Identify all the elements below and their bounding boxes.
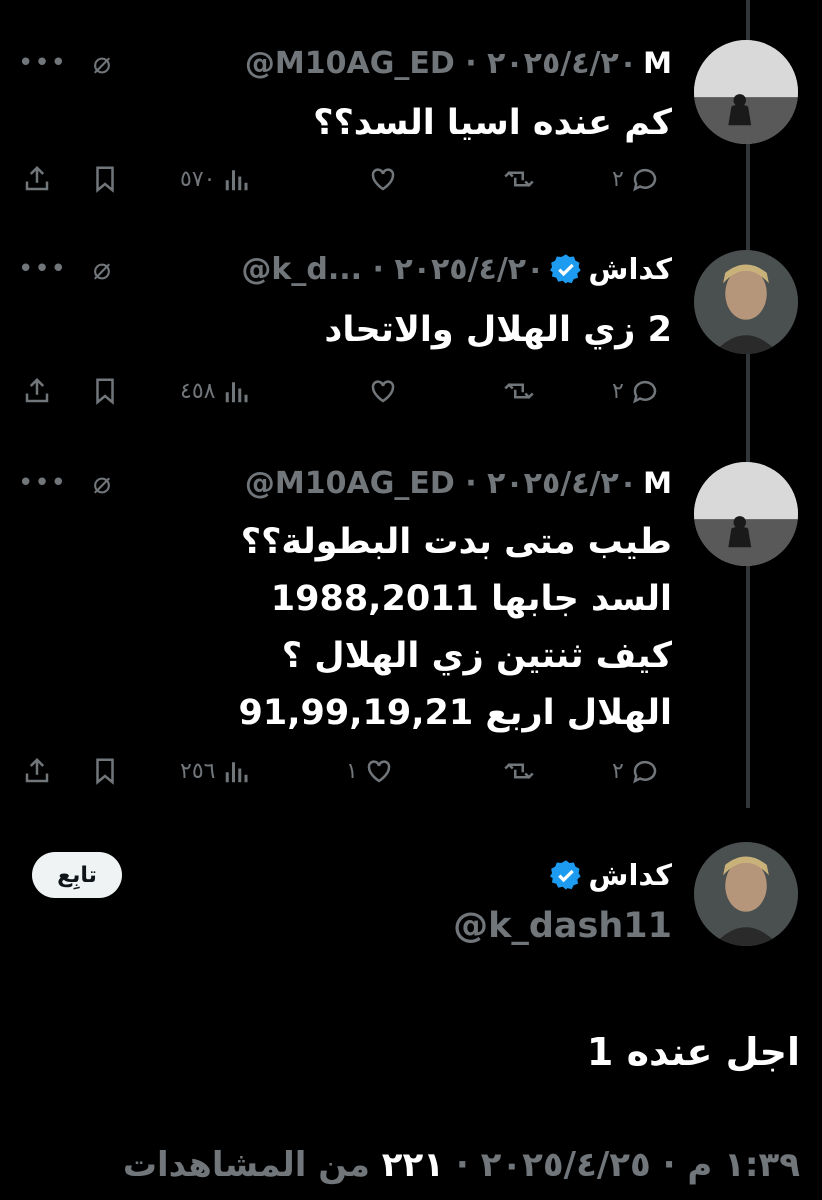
reply-button[interactable]: ٢ bbox=[612, 756, 660, 786]
views-button[interactable]: ٤٥٨ bbox=[180, 376, 251, 406]
more-icon[interactable]: ••• bbox=[18, 48, 67, 78]
grok-icon[interactable]: ⌀ bbox=[93, 466, 111, 501]
tweet-text: طيب متى بدت البطولة؟؟ السد جابها 1988,20… bbox=[52, 514, 672, 742]
handle-and-date[interactable]: @M10AG_ED · ٢٠٢٥/٤/٢٠ bbox=[245, 46, 637, 81]
views-icon bbox=[226, 762, 248, 783]
grok-icon[interactable]: ⌀ bbox=[93, 252, 111, 287]
retweet-icon bbox=[504, 382, 534, 400]
display-name[interactable]: M bbox=[643, 46, 672, 80]
tweet-actions: ٤٥٨ ٢ bbox=[0, 376, 700, 416]
views-button[interactable]: ٥٧٠ bbox=[180, 164, 251, 194]
verified-badge-icon bbox=[550, 860, 582, 890]
display-name[interactable]: كداش bbox=[588, 252, 672, 286]
bookmark-icon[interactable] bbox=[90, 756, 120, 786]
tweet-header-icons: ••• ⌀ bbox=[18, 244, 111, 294]
avatar[interactable] bbox=[694, 462, 798, 566]
verified-badge-icon bbox=[550, 254, 582, 284]
main-tweet-header: كداش bbox=[550, 850, 672, 900]
tweet-text-line: كم عنده اسيا السد؟؟ bbox=[313, 103, 672, 143]
tweet-text-line: الهلال اربع 91,99,19,21 bbox=[238, 693, 672, 733]
share-icon[interactable] bbox=[22, 164, 52, 194]
more-icon[interactable]: ••• bbox=[18, 254, 67, 284]
like-count: ١ bbox=[346, 758, 358, 784]
tweet-text-line: 2 زي الهلال والاتحاد bbox=[324, 310, 672, 350]
user-handle[interactable]: @k_dash11 bbox=[453, 906, 672, 946]
avatar[interactable] bbox=[694, 40, 798, 144]
tweet-footer: ١:٣٩ م · ٢٠٢٥/٤/٢٥ · ٢٢١ من المشاهدات bbox=[123, 1145, 800, 1185]
display-name[interactable]: M bbox=[643, 466, 672, 500]
share-icon[interactable] bbox=[22, 376, 52, 406]
retweet-button[interactable] bbox=[498, 376, 534, 406]
tweet-text-line: السد جابها 1988,2011 bbox=[270, 579, 672, 619]
like-button[interactable] bbox=[362, 376, 398, 406]
reply-icon bbox=[632, 380, 657, 404]
share-icon[interactable] bbox=[22, 756, 52, 786]
tweet-header-icons: ••• ⌀ bbox=[18, 458, 111, 508]
tweet-header: M @M10AG_ED · ٢٠٢٥/٤/٢٠ bbox=[245, 38, 672, 88]
reply-icon bbox=[632, 760, 657, 784]
main-tweet-text: اجل عنده 1 bbox=[586, 1030, 800, 1074]
avatar[interactable] bbox=[694, 250, 798, 354]
follow-button[interactable]: تابِع bbox=[32, 852, 122, 898]
views-count: ٢٥٦ bbox=[180, 758, 216, 784]
bookmark-icon[interactable] bbox=[90, 164, 120, 194]
retweet-button[interactable] bbox=[498, 164, 534, 194]
like-icon bbox=[367, 760, 391, 783]
bookmark-icon[interactable] bbox=[90, 376, 120, 406]
reply-button[interactable]: ٢ bbox=[612, 376, 660, 406]
views-count: ٤٥٨ bbox=[180, 378, 216, 404]
reply-icon bbox=[632, 168, 657, 192]
handle-and-date[interactable]: @k_d... · ٢٠٢٥/٤/٢٠ bbox=[241, 252, 544, 287]
like-button[interactable]: ١ bbox=[346, 756, 394, 786]
like-icon bbox=[371, 380, 395, 403]
tweet-header: M @M10AG_ED · ٢٠٢٥/٤/٢٠ bbox=[245, 458, 672, 508]
grok-icon[interactable]: ⌀ bbox=[93, 46, 111, 81]
views-button[interactable]: ٢٥٦ bbox=[180, 756, 251, 786]
retweet-button[interactable] bbox=[498, 756, 534, 786]
views-count: ٢٢١ bbox=[381, 1145, 445, 1185]
tweet-actions: ٢٥٦ ١ ٢ bbox=[0, 756, 700, 796]
handle-and-date[interactable]: @M10AG_ED · ٢٠٢٥/٤/٢٠ bbox=[245, 466, 637, 501]
tweet-text-line: كيف ثنتين زي الهلال ؟ bbox=[281, 636, 672, 676]
like-icon bbox=[371, 168, 395, 191]
timestamp[interactable]: ١:٣٩ م · ٢٠٢٥/٤/٢٥ · bbox=[456, 1145, 800, 1185]
tweet-actions: ٥٧٠ ٢ bbox=[0, 164, 700, 204]
reply-count: ٢ bbox=[612, 758, 624, 784]
retweet-icon bbox=[504, 762, 534, 780]
reply-button[interactable]: ٢ bbox=[612, 164, 660, 194]
more-icon[interactable]: ••• bbox=[18, 468, 67, 498]
reply-count: ٢ bbox=[612, 378, 624, 404]
tweet-header-icons: ••• ⌀ bbox=[18, 38, 111, 88]
views-count: ٥٧٠ bbox=[180, 166, 216, 192]
like-button[interactable] bbox=[362, 164, 398, 194]
reply-count: ٢ bbox=[612, 166, 624, 192]
tweet-text-line: طيب متى بدت البطولة؟؟ bbox=[240, 522, 672, 562]
avatar[interactable] bbox=[694, 842, 798, 946]
tweet-header: كداش @k_d... · ٢٠٢٥/٤/٢٠ bbox=[241, 244, 672, 294]
display-name[interactable]: كداش bbox=[588, 858, 672, 892]
retweet-icon bbox=[504, 170, 534, 188]
tweet-text: 2 زي الهلال والاتحاد bbox=[52, 302, 672, 359]
tweet-text: كم عنده اسيا السد؟؟ bbox=[52, 95, 672, 152]
views-label: من المشاهدات bbox=[122, 1145, 370, 1185]
views-icon bbox=[226, 382, 248, 403]
views-icon bbox=[226, 170, 248, 191]
